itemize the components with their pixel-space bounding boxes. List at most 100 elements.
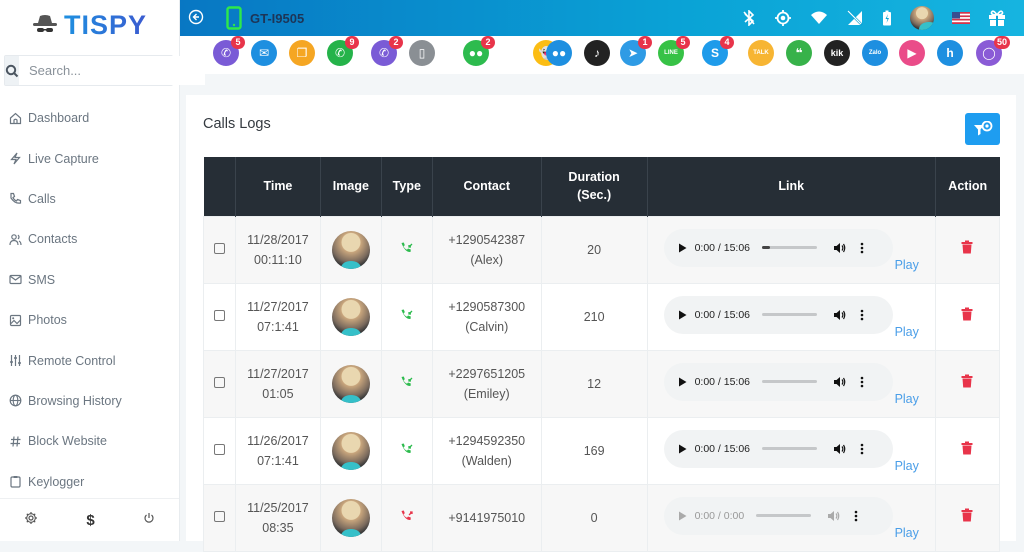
- image-cell: [319, 416, 382, 485]
- sidebar-item-sms[interactable]: SMS: [0, 260, 180, 300]
- sidebar-item-calls[interactable]: Calls: [0, 179, 180, 219]
- app-icon-kik[interactable]: kik: [824, 40, 850, 66]
- sidebar-item-contacts[interactable]: Contacts: [0, 219, 180, 259]
- back-icon[interactable]: [188, 9, 204, 30]
- audio-progress-bar[interactable]: [762, 246, 818, 249]
- link-cell: 0:00 / 15:06 Play: [646, 215, 936, 284]
- app-icon-clipboard[interactable]: ▯: [409, 40, 435, 66]
- play-icon[interactable]: [678, 444, 687, 454]
- app-icon-hike[interactable]: h: [937, 40, 963, 66]
- contact-avatar: [331, 230, 370, 269]
- play-icon[interactable]: [678, 377, 687, 387]
- app-icon-signal[interactable]: ◯ 50: [976, 36, 1011, 66]
- sidebar-item-block-website[interactable]: Block Website: [0, 421, 180, 461]
- audio-player[interactable]: 0:00 / 15:06: [663, 362, 893, 401]
- app-icon-skype[interactable]: S4: [702, 36, 734, 66]
- more-options-icon[interactable]: [860, 443, 864, 455]
- audio-progress-bar[interactable]: [762, 380, 818, 383]
- power-icon[interactable]: [143, 511, 155, 529]
- play-icon[interactable]: [678, 511, 687, 521]
- sidebar-item-live-capture[interactable]: Live Capture: [0, 138, 180, 178]
- incoming-call-icon: [401, 242, 413, 252]
- volume-icon[interactable]: [833, 376, 846, 388]
- gift-icon[interactable]: [988, 9, 1006, 27]
- play-link[interactable]: Play: [895, 523, 919, 543]
- table-row: 11/28/2017 00:11:10 +1290542387 (Alex) 20 …: [203, 215, 1001, 284]
- play-link[interactable]: Play: [895, 389, 919, 409]
- more-options-icon[interactable]: [860, 242, 864, 254]
- kik-icon: kik: [830, 48, 844, 58]
- app-icon-video[interactable]: ▶: [899, 40, 925, 66]
- row-checkbox[interactable]: [213, 443, 225, 455]
- app-icon-kakaotalk[interactable]: TALK: [748, 40, 774, 66]
- missed-call-icon: [401, 510, 413, 520]
- app-icon-zalo[interactable]: Zalo: [862, 40, 888, 66]
- audio-player[interactable]: 0:00 / 15:06: [663, 228, 893, 267]
- audio-progress-bar[interactable]: [762, 313, 818, 316]
- delete-icon[interactable]: [961, 307, 973, 321]
- call-date: 11/27/2017: [247, 366, 309, 381]
- more-options-icon[interactable]: [860, 309, 864, 321]
- app-icon-hangouts[interactable]: ❝: [786, 40, 812, 66]
- user-avatar[interactable]: [910, 6, 934, 30]
- call-date: 11/28/2017: [247, 232, 309, 247]
- row-checkbox[interactable]: [213, 376, 225, 388]
- volume-icon[interactable]: [833, 443, 846, 455]
- volume-icon[interactable]: [827, 510, 840, 522]
- audio-progress-bar[interactable]: [756, 514, 812, 517]
- notification-badge: 2: [481, 36, 495, 49]
- delete-icon[interactable]: [961, 374, 973, 388]
- delete-icon[interactable]: [961, 240, 973, 254]
- more-options-icon[interactable]: [860, 376, 864, 388]
- play-icon[interactable]: [678, 243, 687, 253]
- play-icon[interactable]: [678, 310, 687, 320]
- gear-icon[interactable]: [24, 511, 38, 530]
- search-input[interactable]: [19, 56, 205, 85]
- row-checkbox[interactable]: [213, 242, 225, 254]
- row-checkbox[interactable]: [213, 510, 225, 522]
- notification-badge: 9: [345, 36, 359, 49]
- status-icons: [742, 0, 1024, 36]
- filter-button[interactable]: [965, 113, 1000, 145]
- sidebar-item-photos[interactable]: Photos: [0, 300, 180, 340]
- app-icon-telegram[interactable]: ➤ 1: [620, 36, 652, 66]
- audio-player[interactable]: 0:00 / 0:00: [663, 496, 893, 535]
- play-link[interactable]: Play: [895, 255, 919, 275]
- col-select: [203, 157, 236, 216]
- volume-icon[interactable]: [833, 242, 846, 254]
- logo[interactable]: TISPY: [32, 10, 147, 40]
- delete-icon[interactable]: [961, 508, 973, 522]
- sidebar-item-browsing-history[interactable]: Browsing History: [0, 381, 180, 421]
- sidebar-item-label: Live Capture: [28, 151, 99, 166]
- app-icon-phone[interactable]: ✆ 5: [213, 36, 245, 66]
- play-link[interactable]: Play: [895, 456, 919, 476]
- select-cell: [203, 215, 236, 284]
- more-options-icon[interactable]: [854, 510, 858, 522]
- sidebar-item-remote-control[interactable]: Remote Control: [0, 340, 180, 380]
- duration-cell: 169: [540, 416, 648, 485]
- audio-progress-bar[interactable]: [762, 447, 818, 450]
- telegram-icon: ➤: [627, 46, 639, 60]
- dollar-icon[interactable]: $: [86, 512, 94, 529]
- app-icon-copy[interactable]: ❐: [289, 40, 315, 66]
- us-flag-icon[interactable]: [952, 12, 970, 24]
- delete-icon[interactable]: [961, 441, 973, 455]
- search-icon[interactable]: [5, 56, 19, 85]
- audio-player[interactable]: 0:00 / 15:06: [663, 295, 893, 334]
- sidebar-item-keylogger[interactable]: Keylogger: [0, 462, 180, 502]
- time-cell: 11/27/2017 07:1:41: [234, 282, 321, 351]
- app-icon-flickr[interactable]: ●●: [546, 40, 572, 66]
- volume-icon[interactable]: [833, 309, 846, 321]
- app-icon-line[interactable]: LINE 5: [658, 36, 690, 66]
- app-icon-email[interactable]: ✉: [251, 40, 277, 66]
- app-icon-wechat[interactable]: ●● 2: [463, 36, 495, 66]
- sidebar-item-label: Browsing History: [28, 393, 122, 408]
- app-icon-tiktok[interactable]: ♪: [584, 40, 610, 66]
- play-link[interactable]: Play: [895, 322, 919, 342]
- audio-player[interactable]: 0:00 / 15:06: [663, 429, 893, 468]
- app-icon-viber[interactable]: ✆ 2: [371, 36, 403, 66]
- sidebar-item-label: Dashboard: [28, 111, 90, 126]
- row-checkbox[interactable]: [213, 309, 225, 321]
- app-icon-whatsapp[interactable]: ✆ 9: [327, 36, 359, 66]
- sidebar-item-dashboard[interactable]: Dashboard: [0, 98, 180, 138]
